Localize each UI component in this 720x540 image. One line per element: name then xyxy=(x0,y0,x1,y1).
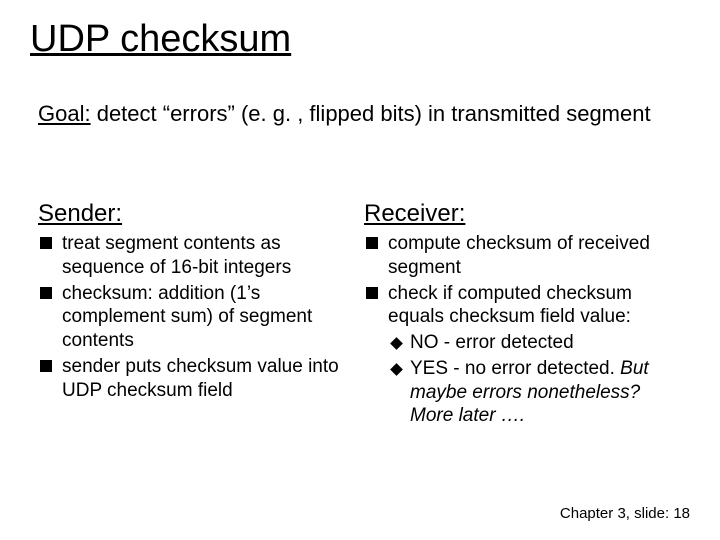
sender-column: Sender: treat segment contents as sequen… xyxy=(38,200,364,428)
receiver-column: Receiver: compute checksum of received s… xyxy=(364,200,690,428)
receiver-sub-2: YES - no error detected. But maybe error… xyxy=(388,357,680,428)
footer-page-number: 18 xyxy=(673,505,690,522)
goal-label: Goal: xyxy=(38,101,91,126)
goal-block: Goal: detect “errors” (e. g. , flipped b… xyxy=(38,100,680,128)
receiver-list: compute checksum of received segment che… xyxy=(364,232,680,428)
receiver-item-2-text: check if computed checksum equals checks… xyxy=(388,283,632,328)
slide-title: UDP checksum xyxy=(30,18,291,61)
receiver-sub-1: NO - error detected xyxy=(388,331,680,355)
sender-heading: Sender: xyxy=(38,200,354,228)
footer: Chapter 3, slide: 18 xyxy=(560,505,690,522)
receiver-heading: Receiver: xyxy=(364,200,680,228)
sender-item-2: checksum: addition (1’s complement sum) … xyxy=(38,282,354,353)
sender-list: treat segment contents as sequence of 16… xyxy=(38,232,354,402)
sender-item-3: sender puts checksum value into UDP chec… xyxy=(38,355,354,403)
slide: UDP checksum Goal: detect “errors” (e. g… xyxy=(0,0,720,540)
receiver-item-1: compute checksum of received segment xyxy=(364,232,680,280)
sender-item-1: treat segment contents as sequence of 16… xyxy=(38,232,354,280)
receiver-sub-2a: YES - no error detected. xyxy=(410,358,620,379)
footer-prefix: Chapter 3, slide: xyxy=(560,505,673,522)
receiver-item-2: check if computed checksum equals checks… xyxy=(364,282,680,429)
goal-text: detect “errors” (e. g. , flipped bits) i… xyxy=(91,101,651,126)
columns: Sender: treat segment contents as sequen… xyxy=(38,200,690,428)
receiver-sublist: NO - error detected YES - no error detec… xyxy=(388,331,680,428)
